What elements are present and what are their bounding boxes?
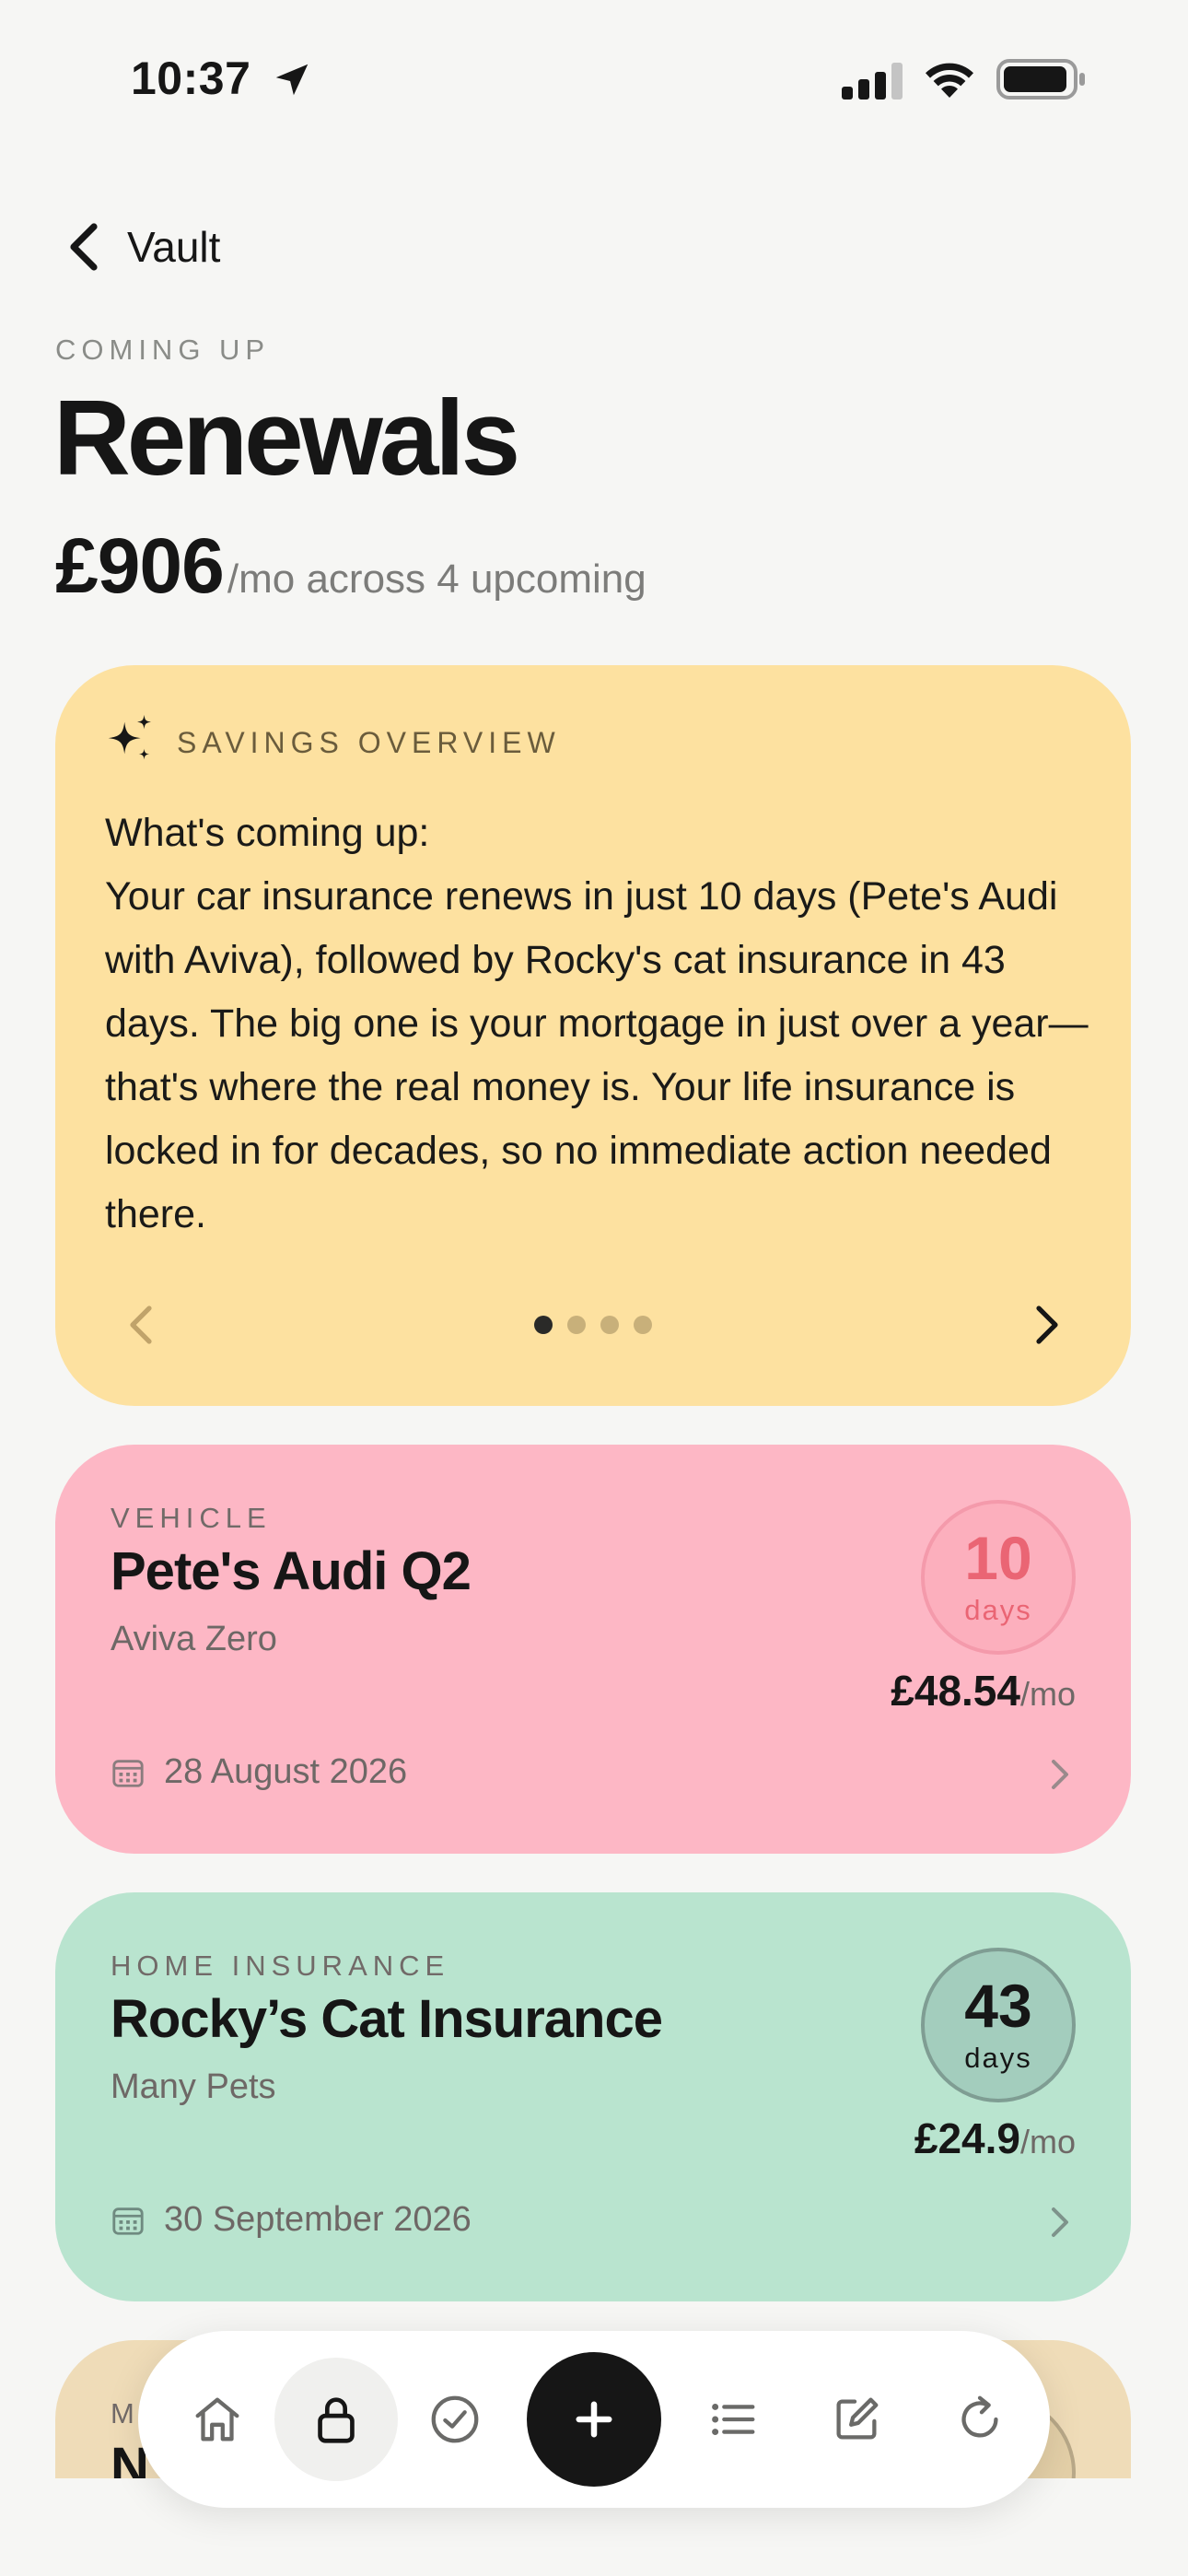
carousel-dot[interactable] <box>600 1316 619 1334</box>
tab-tasks[interactable] <box>416 2381 494 2458</box>
renewal-category: VEHICLE <box>111 1502 272 1534</box>
savings-carousel-controls <box>55 1292 1131 1356</box>
back-label: Vault <box>127 223 221 271</box>
total-suffix: /mo across 4 upcoming <box>227 556 646 602</box>
chevron-left-icon[interactable] <box>123 1305 160 1345</box>
carousel-dot[interactable] <box>567 1316 586 1334</box>
days-remaining-label: days <box>964 2042 1032 2074</box>
renewal-category: HOME INSURANCE <box>111 1950 450 1982</box>
carousel-dot[interactable] <box>534 1316 553 1334</box>
total-amount: £906 <box>55 522 225 609</box>
tab-vault[interactable] <box>274 2358 398 2481</box>
battery-icon <box>996 59 1085 100</box>
sparkle-icon <box>108 714 152 760</box>
status-time: 10:37 <box>131 53 251 104</box>
renewal-card-home-insurance[interactable]: HOME INSURANCE Rocky’s Cat Insurance Man… <box>55 1892 1131 2301</box>
refresh-icon <box>961 2395 998 2438</box>
savings-body: Your car insurance renews in just 10 day… <box>105 874 1089 1236</box>
tab-home[interactable] <box>179 2381 256 2458</box>
days-remaining-badge: 43 days <box>921 1948 1076 2102</box>
renewal-date-row: 28 August 2026 <box>111 1752 407 1792</box>
location-arrow-icon <box>275 64 309 96</box>
price-amount: £24.9 <box>914 2114 1020 2162</box>
renewal-date: 30 September 2026 <box>164 2200 472 2239</box>
list-icon <box>712 2403 755 2436</box>
calendar-icon <box>112 1759 144 1787</box>
plus-icon <box>576 2401 612 2438</box>
renewal-provider: Many Pets <box>111 2067 276 2106</box>
renewal-category: M <box>111 2397 140 2430</box>
chevron-left-icon <box>70 223 98 271</box>
page-title: Renewals <box>53 378 520 498</box>
tab-notes[interactable] <box>818 2381 895 2458</box>
savings-overview-card[interactable]: SAVINGS OVERVIEW What's coming up: Your … <box>55 665 1131 1406</box>
lock-icon <box>318 2397 355 2443</box>
wifi-icon <box>926 63 973 98</box>
renewal-provider: Aviva Zero <box>111 1620 277 1658</box>
renewal-title: Rocky’s Cat Insurance <box>111 1989 663 2049</box>
days-remaining-label: days <box>964 1594 1032 1626</box>
savings-overview-text: What's coming up: Your car insurance ren… <box>105 802 1100 1247</box>
price-period: /mo <box>1019 2123 1076 2160</box>
back-button[interactable]: Vault <box>66 221 220 273</box>
renewal-price: £24.9 /mo <box>914 2113 1076 2163</box>
price-amount: £48.54 <box>891 1667 1020 1715</box>
days-remaining-count: 10 <box>964 1524 1032 1592</box>
chevron-right-icon[interactable] <box>1028 1305 1065 1345</box>
calendar-icon <box>112 2207 144 2235</box>
tab-list[interactable] <box>694 2381 772 2458</box>
add-button[interactable] <box>527 2352 661 2487</box>
bottom-tab-bar <box>138 2331 1050 2508</box>
savings-overview-label: SAVINGS OVERVIEW <box>177 726 561 759</box>
chevron-right-icon <box>1052 2207 1068 2237</box>
renewal-title: Pete's Audi Q2 <box>111 1541 472 1601</box>
check-circle-icon <box>431 2395 479 2443</box>
edit-icon <box>836 2397 879 2440</box>
savings-heading: What's coming up: <box>105 811 430 855</box>
days-remaining-badge: 10 days <box>921 1500 1076 1655</box>
carousel-page-dots <box>534 1316 652 1334</box>
renewal-price: £48.54 /mo <box>891 1666 1076 1715</box>
signal-icon <box>842 63 903 100</box>
chevron-right-icon <box>1052 1760 1068 1789</box>
home-icon <box>195 2397 239 2441</box>
carousel-dot[interactable] <box>634 1316 652 1334</box>
renewal-card-vehicle[interactable]: VEHICLE Pete's Audi Q2 Aviva Zero 10 day… <box>55 1445 1131 1854</box>
renewal-date-row: 30 September 2026 <box>111 2200 472 2240</box>
renewal-date: 28 August 2026 <box>164 1752 408 1791</box>
status-bar: 10:37 <box>0 0 1188 162</box>
renewals-total: £906 /mo across 4 upcoming <box>55 521 646 611</box>
tab-renewals[interactable] <box>941 2381 1019 2458</box>
price-period: /mo <box>1019 1675 1076 1713</box>
days-remaining-count: 43 <box>964 1972 1032 2040</box>
section-eyebrow: COMING UP <box>55 334 271 366</box>
